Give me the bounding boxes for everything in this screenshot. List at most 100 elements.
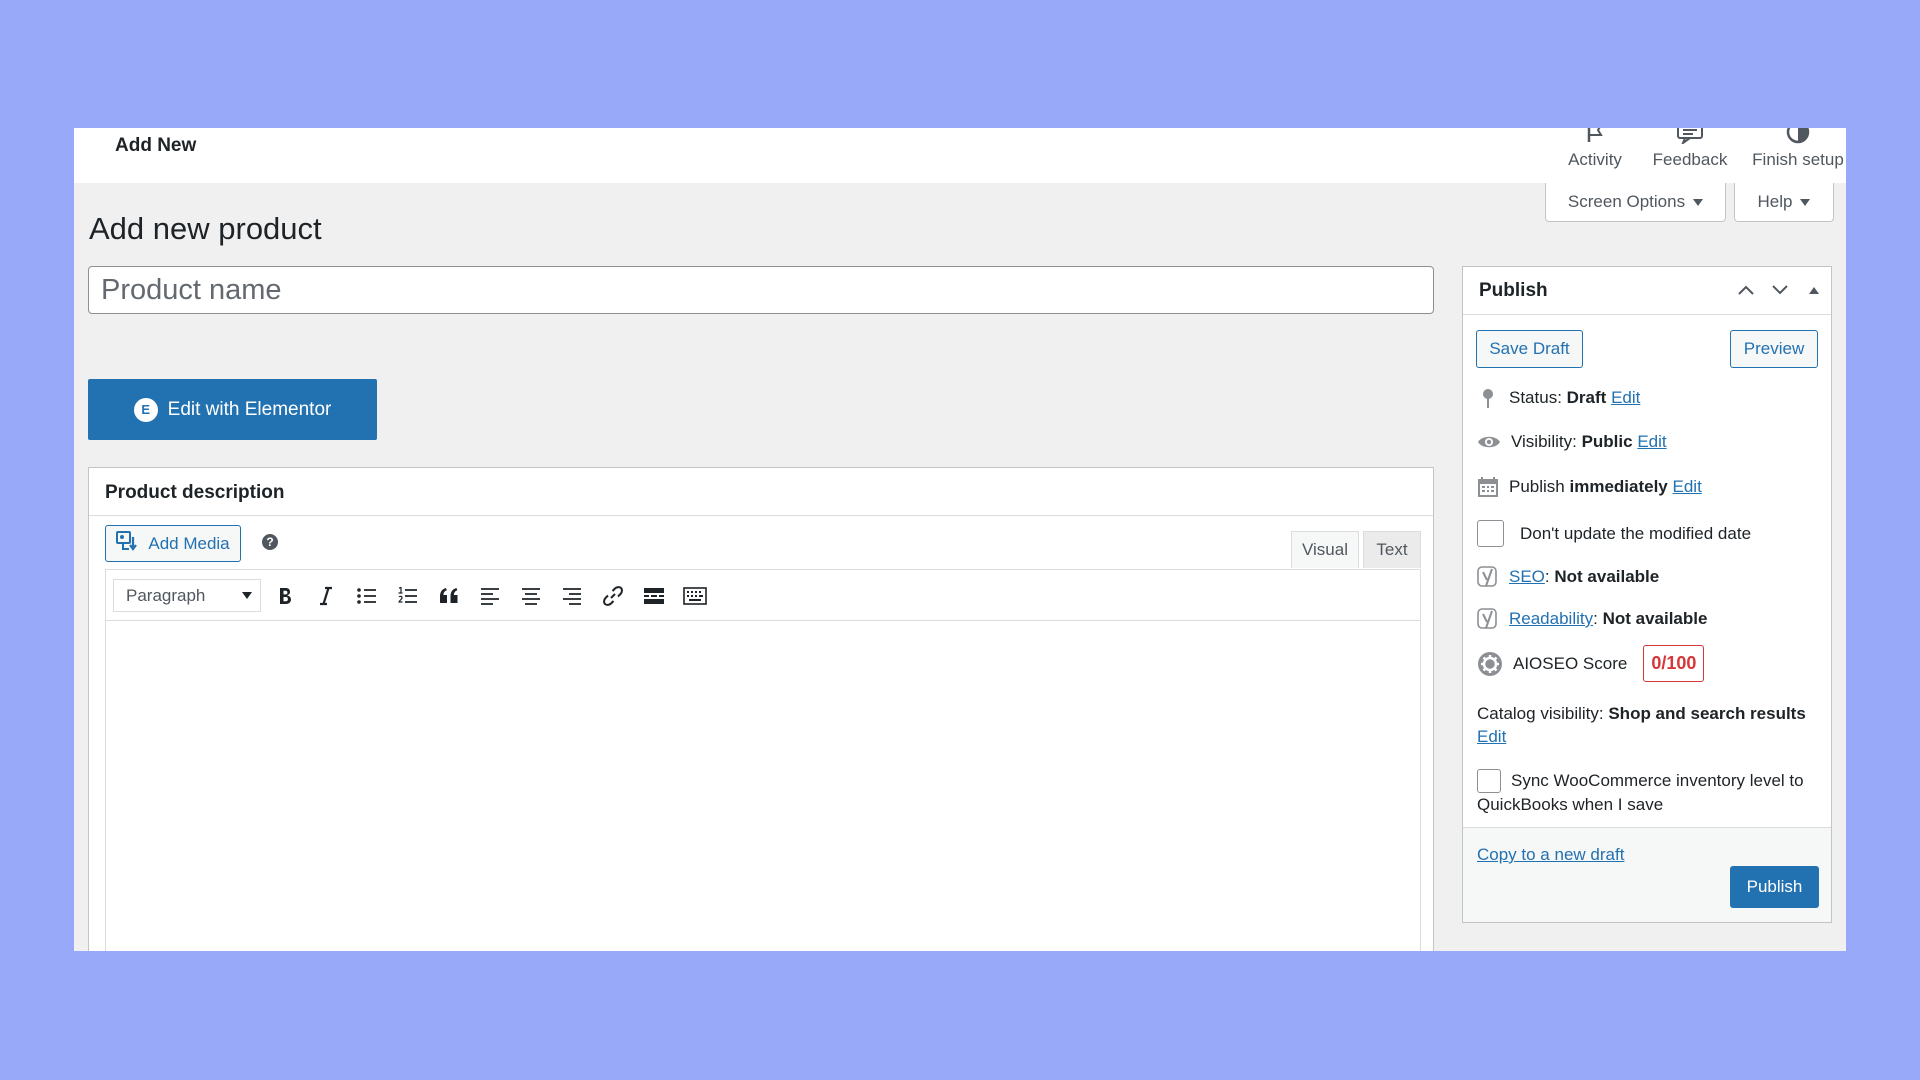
readability-value: Not available [1602,609,1708,628]
yoast-icon [1477,566,1497,587]
yoast-icon [1477,608,1497,629]
flag-icon [1555,128,1635,144]
read-more-icon [644,588,664,604]
sync-row-2: QuickBooks when I save [1477,795,1663,815]
tab-text[interactable]: Text [1363,531,1421,568]
dont-update-checkbox[interactable] [1477,520,1504,547]
editor-content-area[interactable] [105,620,1421,951]
catalog-edit-row: Edit [1477,727,1506,747]
italic-icon [320,586,332,606]
bold-button[interactable] [271,583,299,609]
toolbar-toggle-button[interactable] [681,583,709,609]
product-name-input[interactable] [88,266,1434,314]
feedback-icon [1645,128,1735,146]
read-more-button[interactable] [640,583,668,609]
status-value: Draft [1566,388,1607,407]
bold-icon [280,588,291,604]
bullet-list-icon [357,588,376,604]
align-left-button[interactable] [476,583,504,609]
publish-button[interactable]: Publish [1730,866,1819,908]
blockquote-button[interactable] [435,583,463,609]
finish-setup-button[interactable]: Finish setup [1750,128,1846,183]
help-button[interactable]: Help [1734,183,1834,222]
visibility-edit-link[interactable]: Edit [1637,432,1666,451]
caret-down-icon [242,592,252,599]
link-icon [603,586,623,606]
catalog-value: Shop and search results [1608,704,1806,723]
chevron-down-icon [1772,285,1788,295]
add-media-label: Add Media [148,533,230,553]
visibility-label: Visibility: [1511,432,1577,451]
align-right-icon [563,588,581,605]
align-right-button[interactable] [558,583,586,609]
publish-box: Publish Save Draft Preview Status: Draft… [1462,266,1832,923]
bulleted-list-button[interactable] [353,583,381,609]
align-center-icon [522,588,540,605]
schedule-value: immediately [1569,477,1668,496]
aioseo-score-badge[interactable]: 0/100 [1643,645,1705,682]
visibility-value: Public [1581,432,1633,451]
aioseo-row: AIOSEO Score 0/100 [1477,645,1705,682]
preview-button[interactable]: Preview [1730,330,1818,368]
aioseo-gear-icon [1478,651,1502,676]
dont-update-row: Don't update the modified date [1477,520,1751,547]
format-select-value: Paragraph [126,586,206,605]
dont-update-label: Don't update the modified date [1520,523,1752,543]
catalog-edit-link[interactable]: Edit [1477,727,1506,747]
status-label: Status: [1509,388,1562,407]
publish-header: Publish [1463,267,1831,315]
sync-inventory-checkbox[interactable] [1477,769,1501,793]
feedback-button[interactable]: Feedback [1645,128,1735,183]
editor-toolbar: Paragraph [105,569,1421,621]
insert-link-button[interactable] [599,583,627,609]
screen-options-button[interactable]: Screen Options [1545,183,1726,222]
catalog-label: Catalog visibility: [1477,704,1604,723]
format-select[interactable]: Paragraph [113,579,261,612]
seo-row: SEO: Not available [1477,566,1659,588]
screen-options-label: Screen Options [1567,192,1686,211]
caret-up-icon [1809,287,1819,294]
schedule-label: Publish [1509,477,1565,496]
readability-link[interactable]: Readability [1509,609,1593,628]
italic-button[interactable] [312,583,340,609]
product-description-box: Product description Add Media ? Visual T… [88,467,1434,951]
numbered-list-icon [398,586,417,603]
align-left-icon [481,588,499,605]
edit-with-elementor-label: Edit with Elementor [167,398,332,420]
sync-row: Sync WooCommerce inventory level to [1477,769,1804,793]
align-center-button[interactable] [517,583,545,609]
admin-frame: Add New Activity Feedback Finish setup S… [74,128,1846,951]
schedule-edit-link[interactable]: Edit [1673,477,1702,496]
numbered-list-button[interactable] [394,583,422,609]
help-icon[interactable]: ? [262,534,278,550]
calendar-icon [1478,477,1498,497]
move-down-button[interactable] [1769,279,1791,301]
save-draft-button[interactable]: Save Draft [1476,330,1583,368]
media-icon [116,531,140,556]
readability-row: Readability: Not available [1477,608,1707,630]
publish-title: Publish [1479,280,1548,301]
top-bar: Add New Activity Feedback Finish setup [74,128,1846,183]
copy-to-new-draft-link[interactable]: Copy to a new draft [1477,845,1624,865]
add-media-button[interactable]: Add Media [105,525,241,562]
finish-setup-label: Finish setup [1752,150,1844,169]
quote-icon [440,588,458,603]
collapse-panel-button[interactable] [1803,279,1825,301]
status-edit-link[interactable]: Edit [1611,388,1640,407]
elementor-icon: E [133,397,158,422]
seo-link[interactable]: SEO [1509,567,1545,586]
progress-icon [1750,128,1846,144]
activity-label: Activity [1568,150,1622,169]
edit-with-elementor-button[interactable]: E Edit with Elementor [88,379,377,440]
status-row: Status: Draft Edit [1477,387,1640,409]
page-title: Add new product [89,211,322,246]
top-bar-title: Add New [115,135,197,156]
feedback-label: Feedback [1652,150,1728,169]
move-up-button[interactable] [1735,279,1757,301]
publish-footer: Copy to a new draft Publish [1463,827,1831,922]
caret-down-icon [1693,198,1704,206]
caret-down-icon [1800,198,1811,206]
activity-button[interactable]: Activity [1555,128,1635,183]
product-description-title: Product description [105,482,285,503]
tab-visual[interactable]: Visual [1291,531,1359,568]
